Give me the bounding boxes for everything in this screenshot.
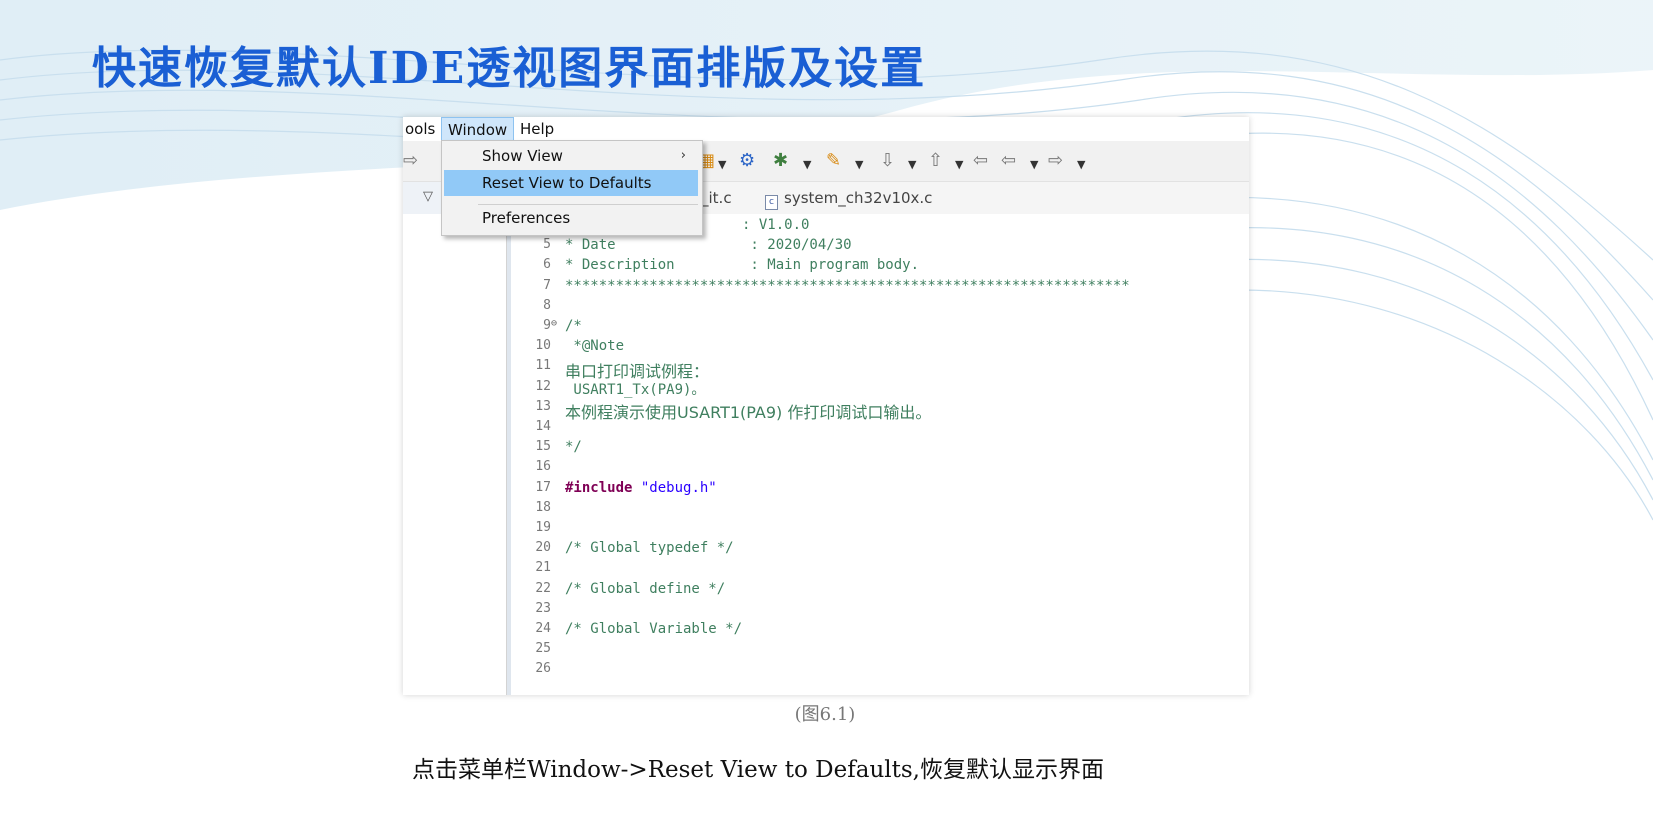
menu-help[interactable]: Help [514, 117, 560, 141]
menu-tools[interactable]: ools [403, 117, 441, 141]
chevron-down-icon[interactable]: ▼ [1077, 155, 1085, 175]
code-editor[interactable]: : V1.0.0 5 * Date : 2020/04/30 6 * Descripti… [507, 214, 1249, 695]
line-number: 13 [535, 398, 551, 414]
forward-icon[interactable]: ⇨ [1048, 151, 1063, 171]
upload-icon[interactable]: ⇧ [928, 151, 943, 171]
line-number: 20 [535, 540, 551, 556]
line-number: 26 [535, 661, 551, 677]
menu-item-label: Reset View to Defaults [482, 174, 652, 192]
code-text: USART1_Tx(PA9)。 [565, 381, 706, 398]
window-menu-dropdown: Show View › Reset View to Defaults Prefe… [441, 140, 703, 236]
line-number: 7 [543, 277, 551, 293]
back-icon[interactable]: ⇦ [973, 151, 988, 171]
menu-item-label: Preferences [482, 209, 571, 227]
fold-toggle-icon[interactable]: ⊖ [551, 318, 557, 329]
menu-item-reset-view[interactable]: Reset View to Defaults [444, 170, 698, 196]
chevron-down-icon[interactable]: ▼ [908, 155, 916, 175]
chevron-down-icon[interactable]: ▼ [1030, 155, 1038, 175]
code-text: #include "debug.h" [565, 480, 717, 496]
code-text: * Date : 2020/04/30 [565, 237, 852, 254]
chevron-down-icon[interactable]: ▼ [955, 155, 963, 175]
line-number: 6 [543, 257, 551, 273]
menubar: ools Window Help [403, 117, 1249, 141]
code-text: /* Global typedef */ [565, 540, 734, 557]
line-number: 8 [543, 297, 551, 313]
line-number: 11 [535, 358, 551, 374]
code-text: * Description : Main program body. [565, 257, 920, 274]
line-number: 25 [535, 641, 551, 657]
line-number: 19 [535, 520, 551, 535]
line-number: 14 [535, 419, 551, 434]
c-file-icon: c [765, 195, 778, 210]
code-text: */ [565, 439, 582, 456]
line-number: 12 [535, 378, 551, 394]
line-number: 17 [535, 479, 551, 495]
line-number: 24 [535, 621, 551, 636]
collapse-triangle-icon[interactable]: ▽ [423, 189, 433, 204]
code-text: ****************************************… [565, 277, 1130, 294]
tools-icon[interactable]: ✎ [826, 151, 841, 171]
menu-item-preferences[interactable]: Preferences [444, 205, 698, 231]
redo-icon[interactable]: ⇨ [403, 151, 418, 171]
line-number: 21 [535, 560, 551, 576]
slide-title: 快速恢复默认IDE透视图界面排版及设置 [92, 43, 927, 94]
ide-screenshot: ools Window Help ⇨ ▦ ▼ ⚙ ✱ ▼ ✎ ▼ ⇩ ▼ ⇧ ▼… [403, 117, 1249, 695]
chevron-down-icon[interactable]: ▼ [803, 155, 811, 175]
tab-system-ch32v10x[interactable]: c system_ch32v10x.c [765, 189, 932, 210]
menu-item-show-view[interactable]: Show View › [444, 143, 698, 169]
code-text: /* Global define */ [565, 580, 726, 597]
debug-icon[interactable]: ⚙ [739, 151, 755, 171]
line-number: 5 [543, 237, 551, 253]
download-icon[interactable]: ⇩ [880, 151, 895, 171]
line-number: 10 [535, 338, 551, 354]
line-number: 18 [535, 499, 551, 515]
chevron-down-icon[interactable]: ▼ [855, 155, 863, 175]
back-icon[interactable]: ⇦ [1001, 151, 1016, 171]
line-number: 9 [543, 318, 551, 333]
tab-label: _it.c [701, 189, 732, 207]
chevron-down-icon[interactable]: ▼ [718, 155, 726, 175]
tab-label: system_ch32v10x.c [784, 189, 933, 207]
instruction-text: 点击菜单栏Window->Reset View to Defaults,恢复默认… [412, 757, 1104, 783]
figure-caption: (图6.1) [794, 704, 856, 725]
code-text: 本例程演示使用USART1(PA9) 作打印调试口输出。 [565, 402, 932, 422]
code-text: /* [565, 318, 582, 334]
line-number: 22 [535, 580, 551, 596]
line-number: 15 [535, 439, 551, 455]
code-text: /* Global Variable */ [565, 621, 743, 637]
code-keyword: #include [565, 479, 633, 496]
line-number: 16 [535, 459, 551, 475]
code-string: "debug.h" [640, 479, 717, 496]
bug-icon[interactable]: ✱ [773, 151, 788, 171]
menu-window[interactable]: Window [441, 117, 515, 141]
tab-it-c[interactable]: _it.c [701, 189, 732, 207]
chevron-right-icon: › [680, 148, 686, 163]
code-text: *@Note [565, 338, 625, 355]
project-explorer-pane [403, 214, 507, 695]
line-number: 23 [535, 600, 551, 616]
menu-item-label: Show View [482, 147, 563, 165]
